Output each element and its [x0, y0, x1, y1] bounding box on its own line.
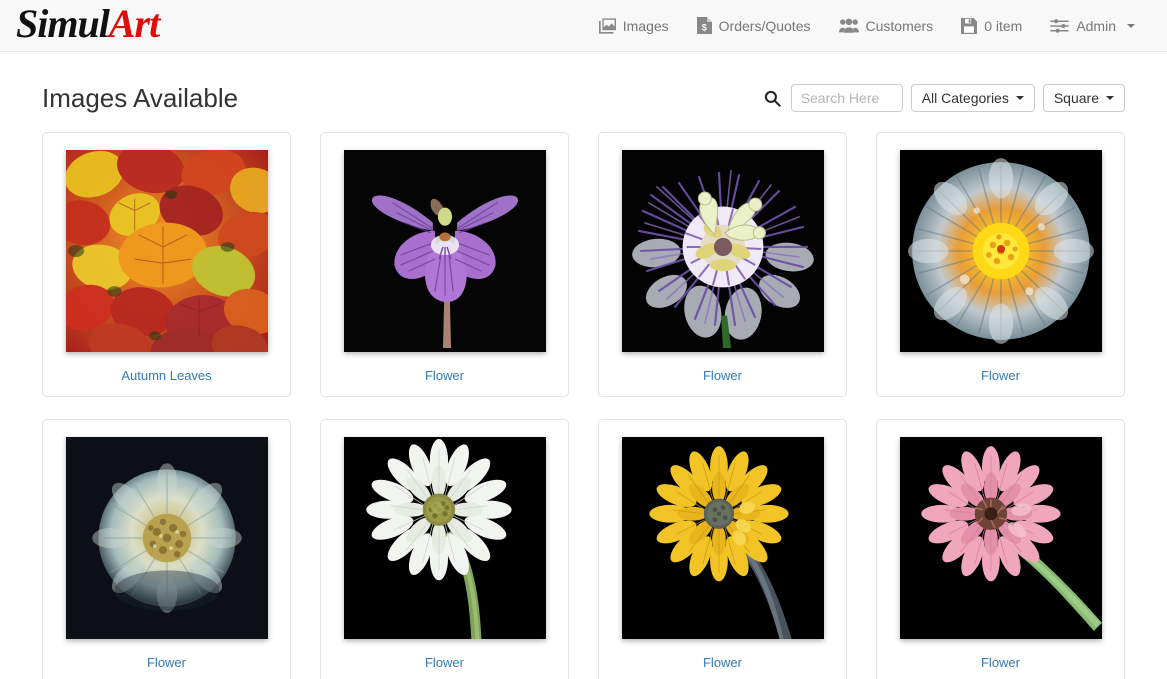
filter-controls: All Categories Square — [764, 84, 1125, 112]
nav-item-orders-quotes[interactable]: $ Orders/Quotes — [683, 9, 825, 42]
brand-logo-part1: Simul — [16, 1, 110, 46]
nav-item-images[interactable]: Images — [585, 10, 683, 42]
category-filter-dropdown[interactable]: All Categories — [910, 84, 1035, 112]
image-card[interactable]: Autumn Leaves — [42, 132, 291, 397]
admin-sliders-icon — [1050, 18, 1070, 34]
image-card-caption[interactable]: Flower — [981, 656, 1020, 669]
nav-item-orders-quotes-label: Orders/Quotes — [718, 17, 811, 34]
image-card[interactable]: Flower — [42, 419, 291, 679]
search-icon — [764, 90, 781, 107]
navbar-links: Images $ Orders/Quotes Customers 0 item … — [585, 9, 1149, 42]
passion-flower-thumbnail[interactable] — [621, 150, 824, 352]
pink-gerbera-thumbnail[interactable] — [899, 437, 1102, 639]
nav-item-admin-label: Admin — [1076, 17, 1116, 34]
page-toolbar: Images Available All Categories Square — [42, 74, 1125, 122]
image-card[interactable]: Flower — [320, 419, 569, 679]
nav-item-images-label: Images — [622, 17, 669, 34]
search-input[interactable] — [790, 84, 903, 112]
image-card[interactable]: Flower — [876, 132, 1125, 397]
image-grid: Autumn Leaves Flower Flower Flower Flowe… — [42, 132, 1125, 679]
chevron-down-icon — [1015, 96, 1024, 100]
image-card-caption[interactable]: Flower — [981, 369, 1020, 382]
save-cart-icon — [961, 17, 978, 34]
nav-item-cart-label: 0 item — [984, 17, 1023, 34]
image-card[interactable]: Flower — [320, 132, 569, 397]
image-card-caption[interactable]: Flower — [147, 656, 186, 669]
nav-item-customers[interactable]: Customers — [825, 10, 948, 42]
images-icon — [598, 17, 616, 34]
orange-dahlia-thumbnail[interactable] — [899, 150, 1102, 352]
svg-text:$: $ — [701, 22, 706, 32]
pale-dahlia-thumbnail[interactable] — [65, 437, 268, 639]
shape-filter-label: Square — [1053, 90, 1099, 106]
chevron-down-icon — [1106, 96, 1114, 100]
image-card[interactable]: Flower — [598, 419, 847, 679]
image-card-caption[interactable]: Flower — [703, 656, 742, 669]
image-card-caption[interactable]: Flower — [425, 656, 464, 669]
brand-logo-part2: Art — [108, 1, 160, 46]
purple-violet-thumbnail[interactable] — [343, 150, 546, 352]
image-card[interactable]: Flower — [876, 419, 1125, 679]
white-gerbera-thumbnail[interactable] — [343, 437, 546, 639]
brand-logo[interactable]: SimulArt — [16, 1, 160, 47]
page-container: Images Available All Categories Square — [0, 52, 1167, 679]
page-title: Images Available — [42, 83, 239, 113]
nav-item-admin[interactable]: Admin — [1036, 10, 1149, 42]
image-card-caption[interactable]: Autumn Leaves — [121, 369, 211, 382]
image-card[interactable]: Flower — [598, 132, 847, 397]
shape-filter-dropdown[interactable]: Square — [1042, 84, 1125, 112]
yellow-gerbera-thumbnail[interactable] — [621, 437, 824, 639]
nav-item-cart[interactable]: 0 item — [947, 10, 1036, 42]
category-filter-label: All Categories — [921, 90, 1009, 106]
chevron-down-icon — [1127, 23, 1135, 28]
top-navbar: SimulArt Images $ Orders/Quotes Customer… — [0, 0, 1167, 52]
orders-quotes-icon: $ — [696, 17, 712, 34]
image-card-caption[interactable]: Flower — [425, 369, 464, 382]
image-card-caption[interactable]: Flower — [703, 369, 742, 382]
customers-icon — [838, 18, 859, 33]
nav-item-customers-label: Customers — [865, 17, 934, 34]
autumn-leaves-thumbnail[interactable] — [65, 150, 268, 352]
